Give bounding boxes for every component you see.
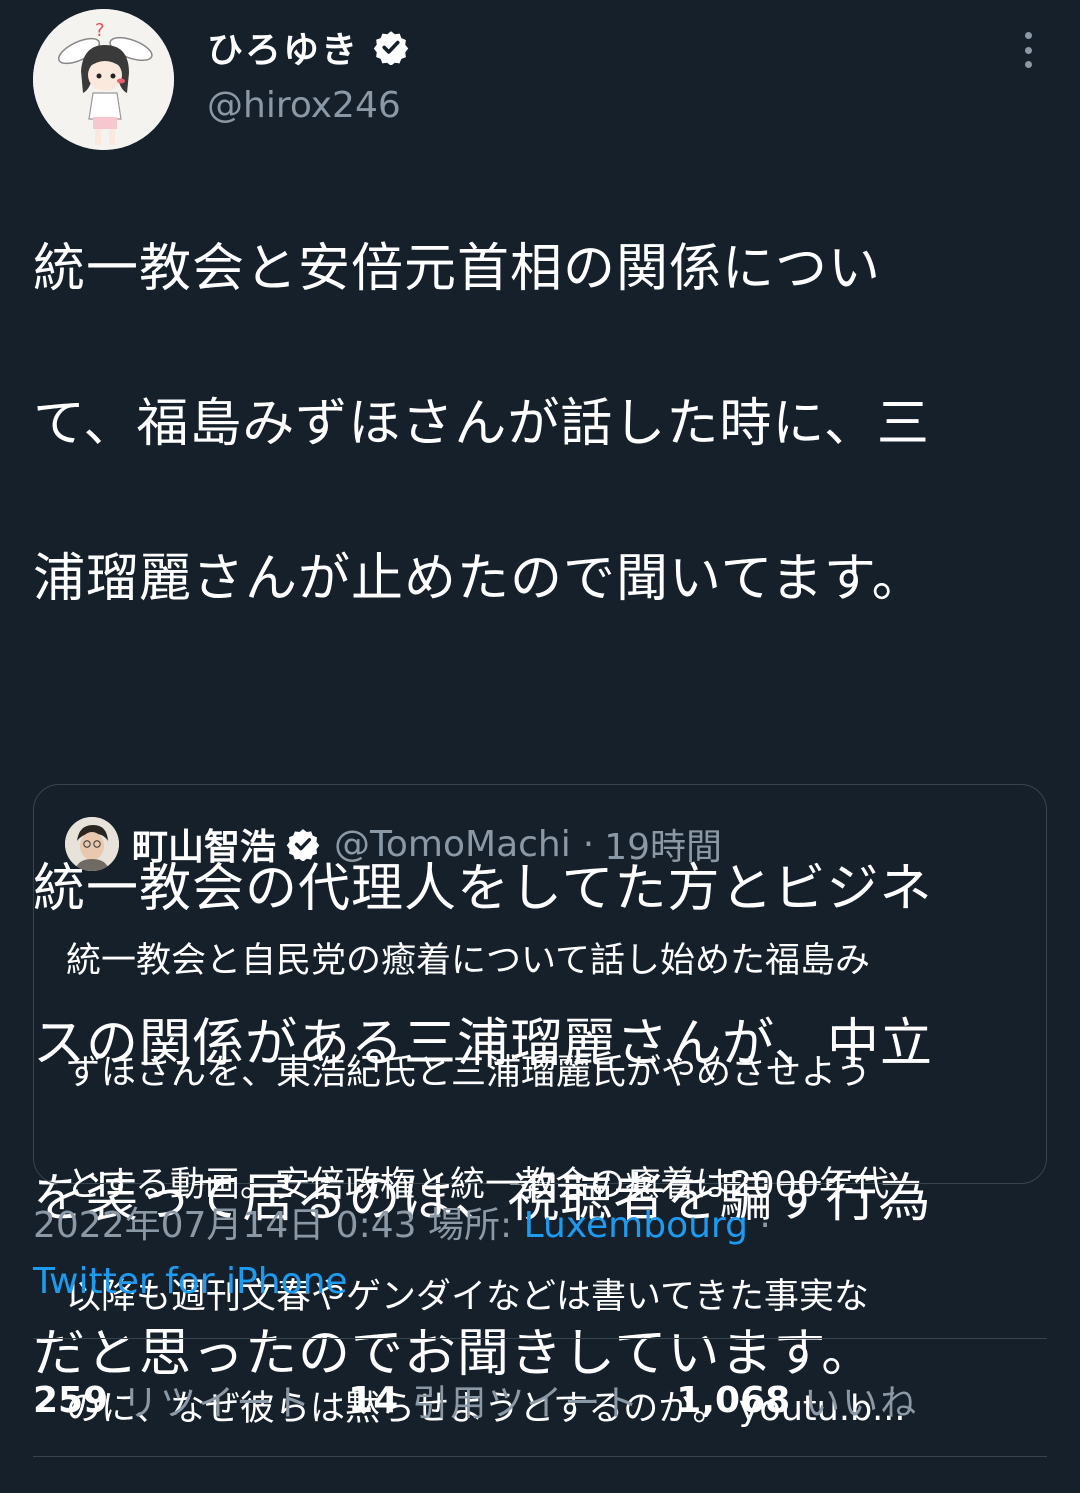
verified-badge-icon bbox=[373, 31, 409, 65]
verified-badge-icon bbox=[286, 829, 320, 861]
likes-label: いいね bbox=[804, 1383, 919, 1424]
tweet-text-line: て、福島みずほさんが話した時に、三 bbox=[33, 393, 930, 454]
quotes-label: 引用ツイート bbox=[412, 1383, 641, 1424]
tweet-text-line: 統一教会と安倍元首相の関係につい bbox=[33, 238, 882, 299]
quoted-timestamp[interactable]: 19時間 bbox=[604, 818, 722, 870]
place-label: 場所: bbox=[427, 1205, 513, 1246]
quotes-stat[interactable]: 14 引用ツイート bbox=[348, 1374, 640, 1426]
likes-stat[interactable]: 1,068 いいね bbox=[676, 1374, 918, 1426]
tweet-meta: 2022年07月14日 0:43 場所: Luxembourg · Twitte… bbox=[33, 1198, 1043, 1310]
source-link[interactable]: Twitter for iPhone bbox=[33, 1261, 348, 1302]
more-options-icon[interactable] bbox=[1008, 30, 1048, 70]
author-handle[interactable]: @hirox246 bbox=[207, 85, 401, 126]
tweet-datetime[interactable]: 2022年07月14日 0:43 bbox=[33, 1205, 417, 1246]
quoted-text-line: 統一教会と自民党の癒着について話し始めた福島み bbox=[66, 941, 870, 981]
quoted-handle[interactable]: @TomoMachi bbox=[334, 824, 571, 865]
tweet-detail: ? ひろゆき @hirox246 統一教会と安倍元首相の関係につい て、福島みず… bbox=[0, 0, 1080, 1468]
tweet-text-line: 浦瑠麗さんが止めたので聞いてます。 bbox=[33, 548, 925, 609]
author-avatar[interactable]: ? bbox=[33, 9, 174, 150]
tweet-text-blank-line bbox=[33, 696, 1043, 774]
divider bbox=[33, 1456, 1047, 1457]
tweet-stats: 259 リツイート 14 引用ツイート 1,068 いいね bbox=[33, 1370, 954, 1430]
more-dot bbox=[1024, 61, 1032, 68]
meta-separator: · bbox=[759, 1205, 771, 1246]
more-dot bbox=[1024, 32, 1032, 39]
author-avatar-illustration: ? bbox=[33, 9, 174, 150]
retweets-count: 259 bbox=[33, 1379, 109, 1421]
quoted-header: 町山智浩 @TomoMachi · 19時間 bbox=[132, 818, 722, 870]
quoted-separator: · bbox=[582, 823, 595, 865]
place-link[interactable]: Luxembourg bbox=[524, 1205, 748, 1246]
more-dot bbox=[1024, 46, 1032, 54]
divider bbox=[33, 1338, 1047, 1339]
quoted-display-name[interactable]: 町山智浩 bbox=[132, 818, 276, 870]
quoted-author-avatar-photo bbox=[65, 817, 119, 871]
quotes-count: 14 bbox=[348, 1379, 399, 1421]
quoted-author-avatar[interactable] bbox=[65, 817, 119, 871]
retweets-stat[interactable]: 259 リツイート bbox=[33, 1374, 312, 1426]
author-name-row[interactable]: ひろゆき bbox=[207, 22, 409, 72]
retweets-label: リツイート bbox=[122, 1383, 313, 1424]
quoted-tweet[interactable]: 町山智浩 @TomoMachi · 19時間 統一教会と自民党の癒着について話し… bbox=[33, 784, 1047, 1429]
likes-count: 1,068 bbox=[676, 1379, 791, 1421]
quoted-text-line: ずほさんを、東浩紀氏と三浦瑠麗氏がやめさせよう bbox=[66, 1053, 872, 1093]
author-display-name[interactable]: ひろゆき bbox=[207, 21, 359, 73]
svg-text:?: ? bbox=[95, 20, 105, 41]
